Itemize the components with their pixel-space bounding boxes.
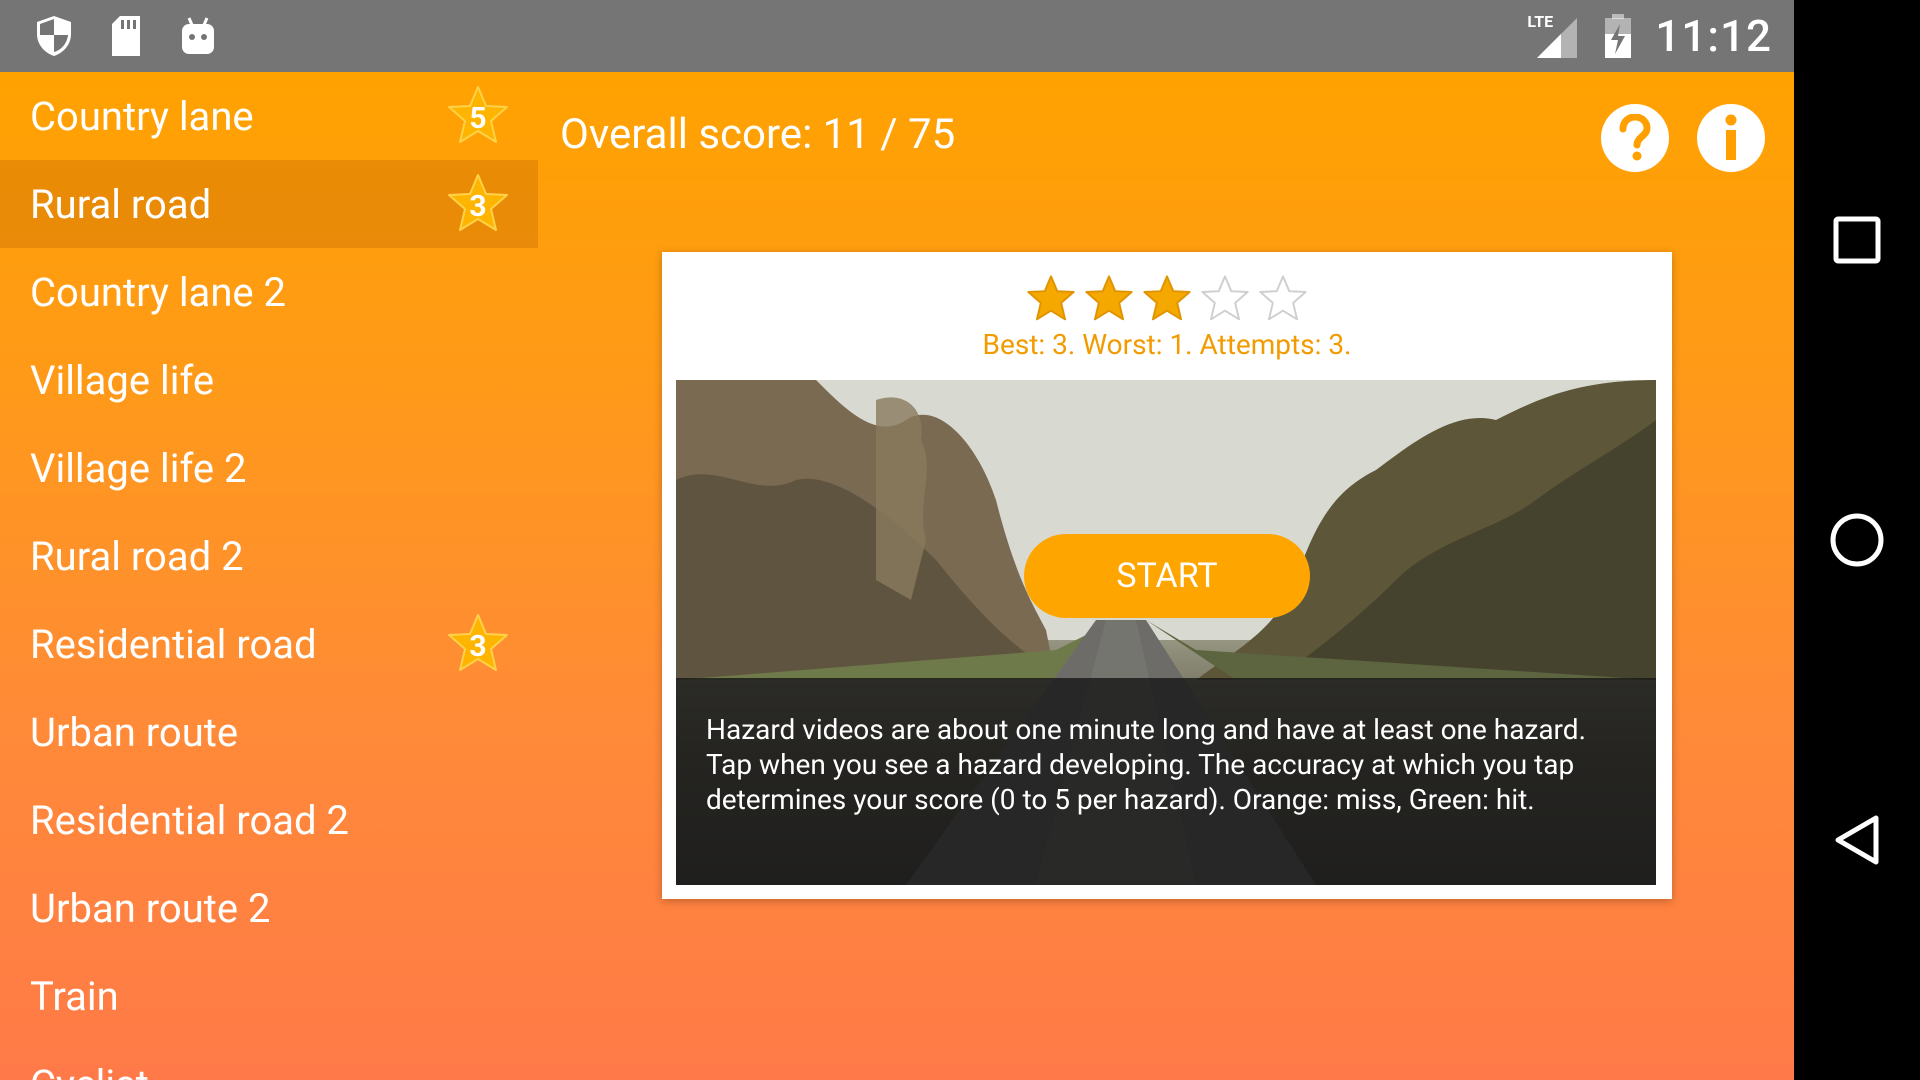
status-system-icons: LTE 11:12 [1525, 10, 1772, 62]
star-empty-icon [1201, 275, 1249, 321]
badge-score: 3 [469, 628, 487, 664]
star-filled-icon [1143, 275, 1191, 321]
score-star-badge: 5 [446, 84, 510, 148]
home-button[interactable] [1825, 508, 1889, 572]
help-button[interactable] [1601, 104, 1669, 172]
sidebar-item-label: Country lane [30, 92, 254, 140]
app-content: Country lane 5 Rural road 3 Country lane 2 Vi… [0, 72, 1794, 1080]
battery-icon [1603, 12, 1633, 60]
question-icon [1619, 114, 1651, 161]
sd-card-icon [102, 12, 150, 60]
score-star-badge: 3 [446, 612, 510, 676]
sidebar-item-label: Rural road 2 [30, 532, 244, 580]
sidebar-item-label: Country lane 2 [30, 268, 287, 316]
recents-square-icon [1833, 216, 1881, 264]
shield-icon [30, 12, 78, 60]
status-bar: LTE 11:12 [0, 0, 1794, 72]
sidebar: Country lane 5 Rural road 3 Country lane 2 Vi… [0, 72, 538, 1080]
android-icon [174, 12, 222, 60]
start-button[interactable]: START [1024, 534, 1310, 618]
sidebar-item-label: Residential road [30, 620, 317, 668]
star-rating [662, 274, 1672, 324]
star-empty-icon [1259, 275, 1307, 321]
status-notification-icons [30, 12, 222, 60]
sidebar-item[interactable]: Village life 2 [0, 424, 538, 512]
badge-score: 5 [469, 100, 487, 136]
sidebar-item-label: Cyclist [30, 1061, 149, 1080]
sidebar-item[interactable]: Rural road 2 [0, 512, 538, 600]
attempt-stats: Best: 3. Worst: 1. Attempts: 3. [982, 328, 1352, 361]
sidebar-item[interactable]: Urban route 2 [0, 864, 538, 952]
instructions-text: Hazard videos are about one minute long … [676, 678, 1656, 885]
back-button[interactable] [1825, 808, 1889, 872]
score-star-badge: 3 [446, 172, 510, 236]
sidebar-item[interactable]: Train [0, 952, 538, 1040]
info-icon [1725, 114, 1737, 160]
sidebar-item[interactable]: Residential road 3 [0, 600, 538, 688]
recents-button[interactable] [1825, 208, 1889, 272]
back-triangle-icon [1835, 815, 1879, 865]
sidebar-item[interactable]: Urban route [0, 688, 538, 776]
sidebar-item-label: Residential road 2 [30, 796, 350, 844]
video-preview: START Hazard videos are about one minute… [676, 380, 1656, 885]
star-filled-icon [1085, 275, 1133, 321]
overall-score: Overall score: 11 / 75 [560, 110, 956, 159]
sidebar-item[interactable]: Village life [0, 336, 538, 424]
sidebar-item-label: Urban route [30, 708, 239, 756]
info-button[interactable] [1697, 104, 1765, 172]
lte-signal-icon: LTE [1525, 12, 1581, 60]
sidebar-item[interactable]: Rural road 3 [0, 160, 538, 248]
home-circle-icon [1830, 513, 1884, 567]
sidebar-item[interactable]: Country lane 5 [0, 72, 538, 160]
star-filled-icon [1027, 275, 1075, 321]
sidebar-item[interactable]: Cyclist [0, 1040, 538, 1080]
sidebar-item[interactable]: Residential road 2 [0, 776, 538, 864]
test-card: Best: 3. Worst: 1. Attempts: 3. START Ha… [662, 252, 1672, 899]
sidebar-item-label: Village life 2 [30, 444, 247, 492]
sidebar-item-label: Rural road [30, 180, 212, 228]
sidebar-item-label: Urban route 2 [30, 884, 271, 932]
clock: 11:12 [1655, 10, 1772, 62]
sidebar-item-label: Village life [30, 356, 215, 404]
navigation-bar [1794, 0, 1920, 1080]
badge-score: 3 [469, 188, 487, 224]
sidebar-item[interactable]: Country lane 2 [0, 248, 538, 336]
sidebar-item-label: Train [30, 972, 119, 1020]
